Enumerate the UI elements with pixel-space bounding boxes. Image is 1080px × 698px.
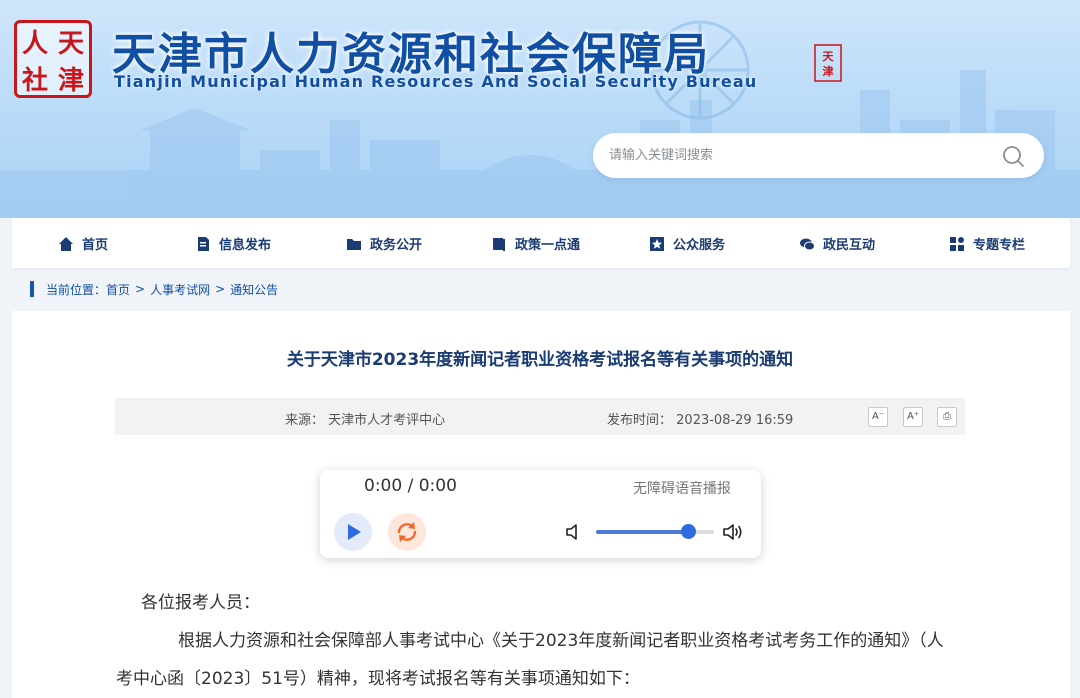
time-label: 发布时间： (607, 413, 673, 428)
search-icon[interactable] (1001, 144, 1025, 168)
nav-item-policy[interactable]: 政策一点通 (491, 234, 580, 253)
bureau-logo-seal: 人 天 社 津 (14, 20, 92, 98)
search-input[interactable] (609, 141, 989, 169)
font-decrease-icon[interactable]: A⁻ (868, 407, 888, 427)
folder-icon (347, 238, 361, 250)
main-nav: 首页 信息发布 政务公开 政策一点通 公众服务 政民互动 专题专栏 (12, 218, 1070, 268)
grid-icon (950, 236, 964, 251)
nav-label: 专题专栏 (973, 238, 1026, 253)
header-banner: 人 天 社 津 天津市人力资源和社会保障局 Tianjin Municipal … (0, 0, 1080, 218)
player-time: 0:00 / 0:00 (364, 476, 457, 496)
nav-item-special[interactable]: 专题专栏 (949, 234, 1025, 253)
nav-label: 信息发布 (219, 238, 272, 253)
breadcrumb-home[interactable]: 首页 (106, 281, 130, 298)
play-icon (348, 524, 361, 540)
play-button[interactable] (334, 513, 372, 551)
nav-label: 公众服务 (673, 238, 726, 253)
volume-slider[interactable] (596, 524, 714, 539)
book-icon (493, 237, 505, 251)
search-box (593, 133, 1044, 178)
svg-text:天: 天 (823, 50, 835, 63)
article-publish-time: 发布时间： 2023-08-29 16:59 (607, 409, 793, 428)
mini-seal-logo: 天 津 (814, 44, 842, 88)
star-badge-icon (650, 236, 664, 251)
accessibility-audio-label: 无障碍语音播报 (633, 481, 731, 497)
site-title-en: Tianjin Municipal Human Resources And So… (114, 72, 758, 91)
volume-knob[interactable] (681, 524, 697, 539)
breadcrumb-separator: > (135, 282, 146, 296)
article-paragraph: 根据人力资源和社会保障部人事考试中心《关于2023年度新闻记者职业资格考试考务工… (116, 631, 944, 689)
nav-label: 政民互动 (823, 238, 876, 253)
time-value: 2023-08-29 16:59 (676, 413, 794, 428)
nav-item-home[interactable]: 首页 (58, 234, 108, 253)
nav-label: 首页 (82, 238, 109, 253)
font-increase-icon[interactable]: A⁺ (903, 407, 923, 427)
article-title: 关于天津市2023年度新闻记者职业资格考试报名等有关事项的通知 (286, 350, 794, 370)
volume-high-icon[interactable] (722, 522, 744, 542)
volume-level (596, 530, 689, 534)
article-meta-bar: 来源： 天津市人才考评中心 发布时间： 2023-08-29 16:59 A⁻ … (115, 398, 965, 435)
svg-text:津: 津 (823, 64, 834, 78)
breadcrumb-notices[interactable]: 通知公告 (230, 281, 278, 298)
volume-low-icon[interactable] (565, 523, 583, 541)
nav-item-affairs[interactable]: 政务公开 (346, 234, 422, 253)
chat-icon (800, 238, 815, 250)
audio-player: 0:00 / 0:00 无障碍语音播报 (320, 470, 761, 558)
article-source: 来源： 天津市人才考评中心 (285, 409, 445, 428)
breadcrumb: 当前位置： 首页 > 人事考试网 > 通知公告 (30, 280, 278, 298)
article-salutation: 各位报考人员： (141, 593, 260, 613)
document-icon (198, 236, 209, 251)
nav-item-interaction[interactable]: 政民互动 (799, 234, 875, 253)
nav-item-info[interactable]: 信息发布 (195, 234, 271, 253)
loop-button[interactable] (388, 513, 426, 551)
breadcrumb-exam-site[interactable]: 人事考试网 (150, 281, 210, 298)
home-icon (59, 236, 73, 251)
breadcrumb-separator: > (215, 282, 226, 296)
print-icon[interactable]: ⎙ (937, 407, 957, 427)
breadcrumb-marker (30, 281, 34, 297)
nav-item-service[interactable]: 公众服务 (649, 234, 725, 253)
nav-label: 政策一点通 (515, 238, 581, 253)
source-label: 来源： (285, 413, 325, 428)
source-value: 天津市人才考评中心 (328, 413, 446, 428)
loop-icon (397, 522, 417, 542)
breadcrumb-prefix: 当前位置： (46, 282, 107, 297)
nav-label: 政务公开 (370, 238, 423, 253)
